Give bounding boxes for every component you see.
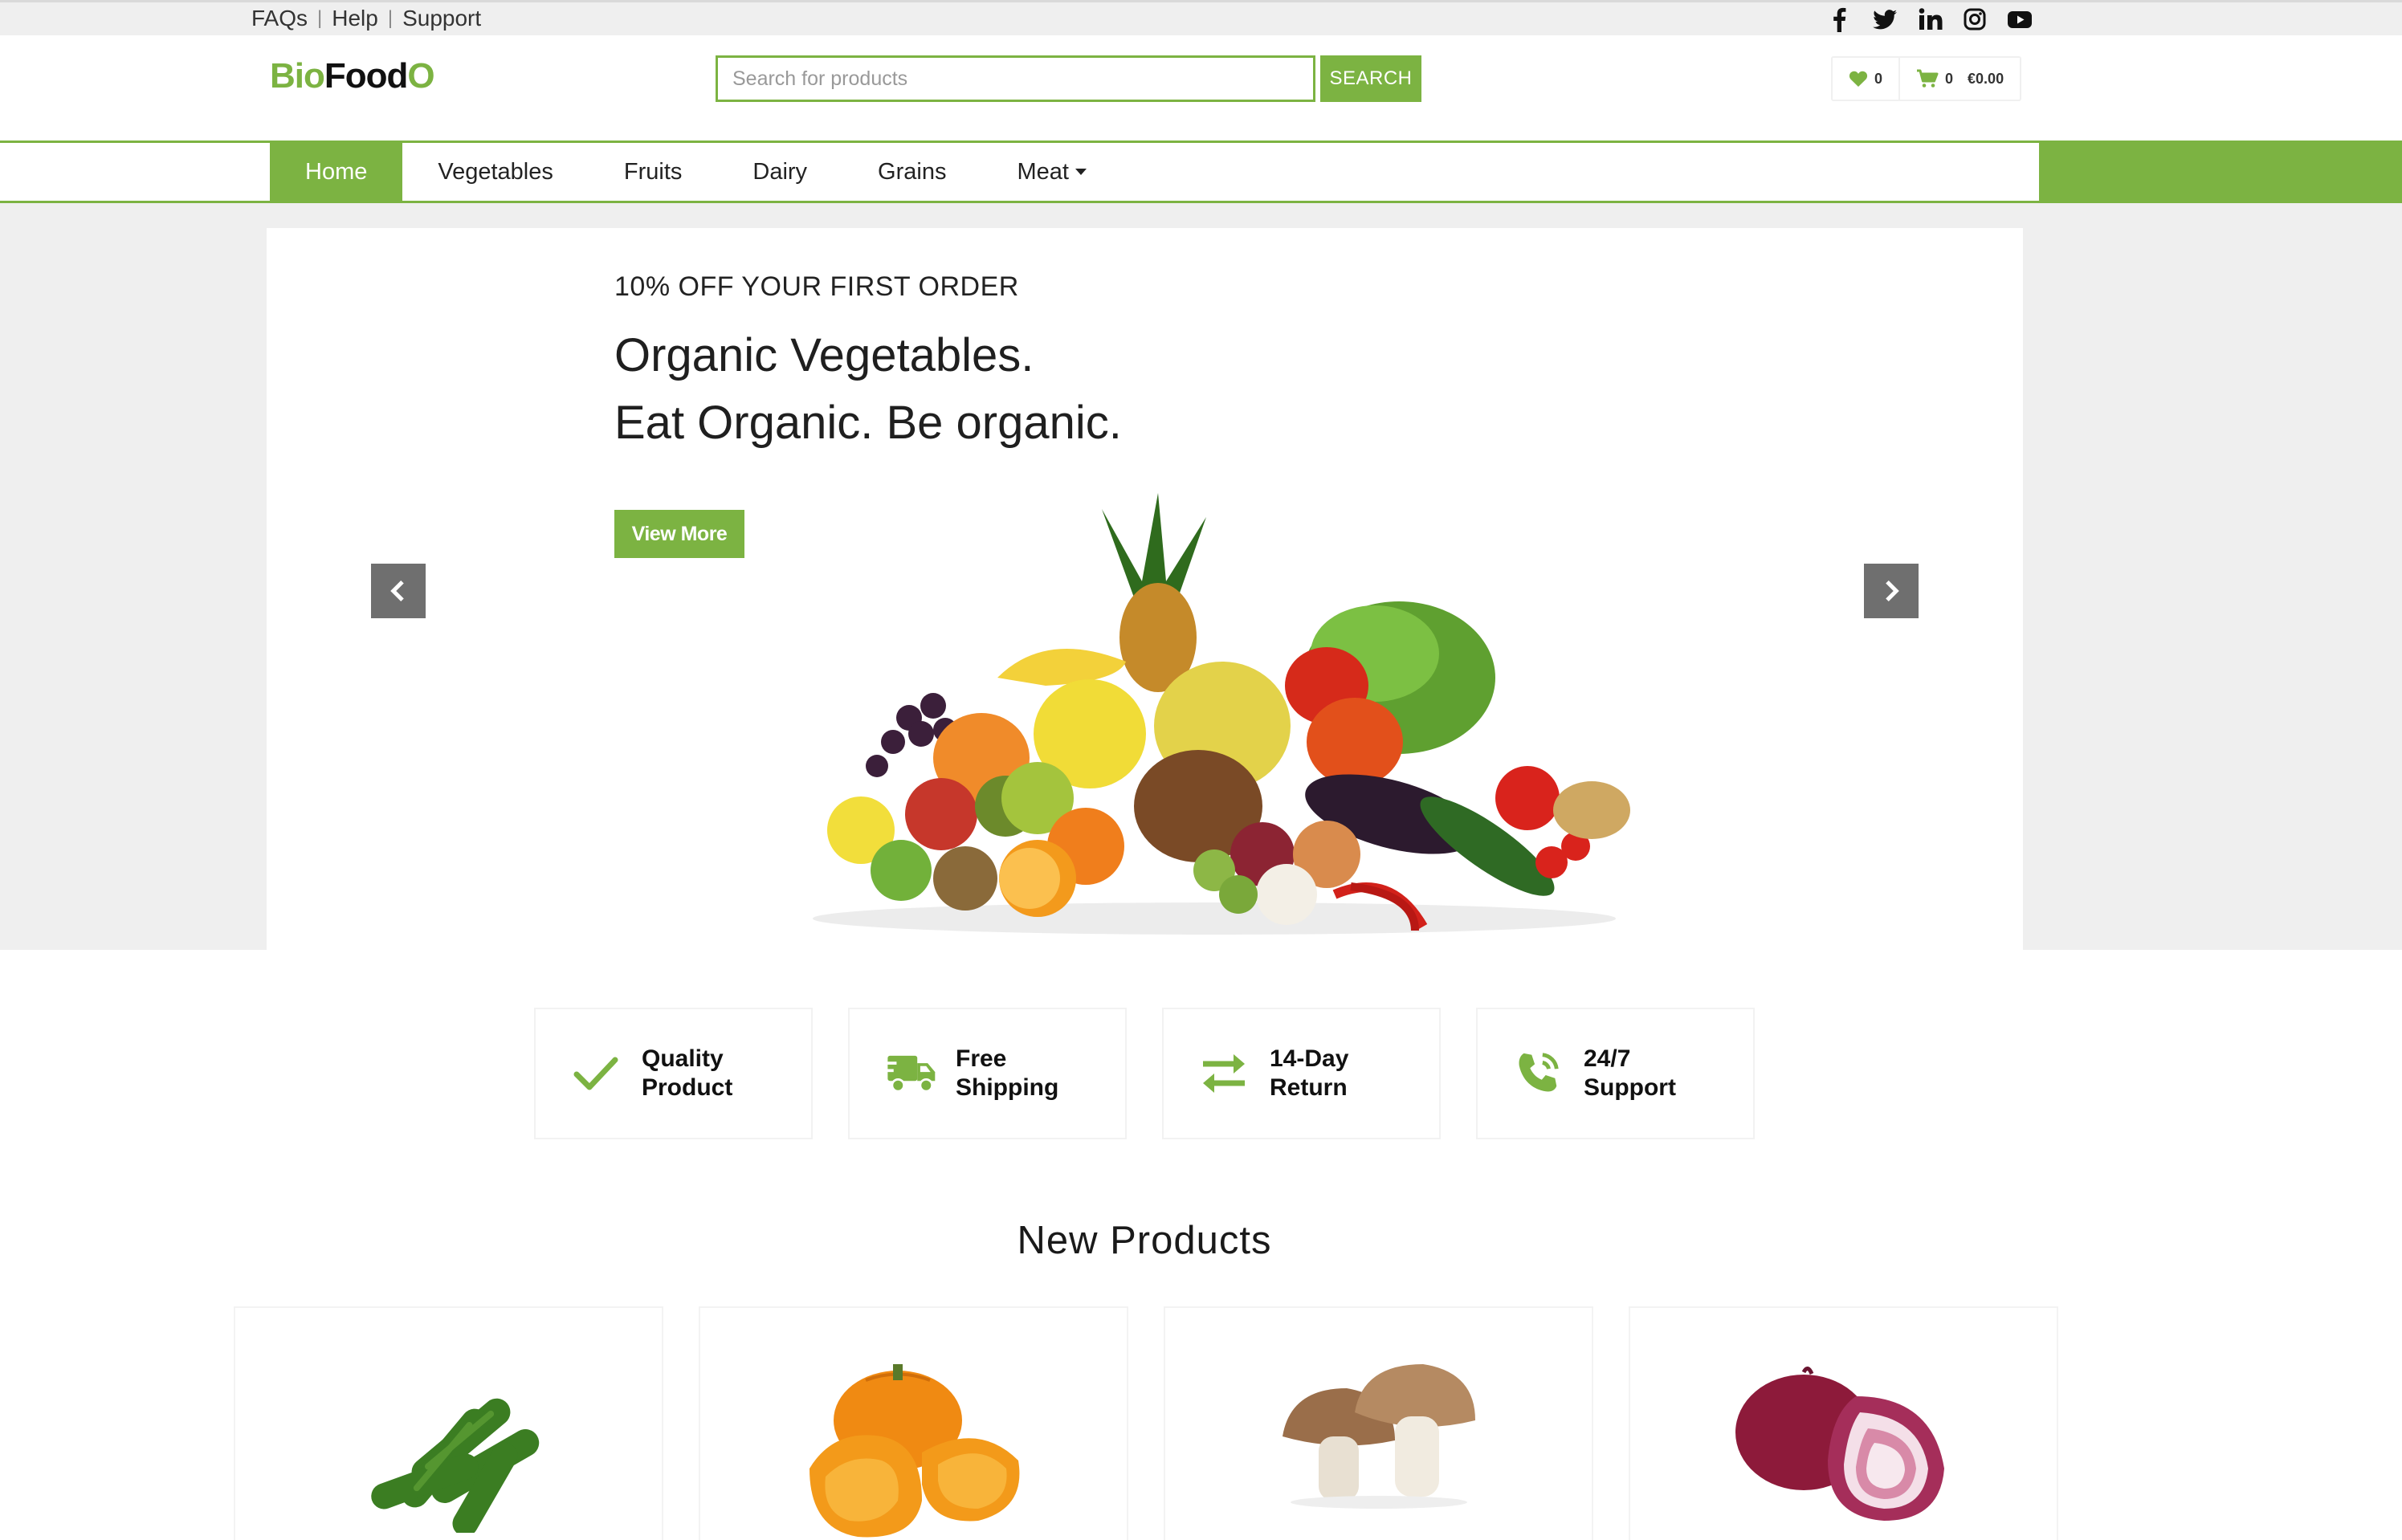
feature-line2: Support [1584, 1074, 1676, 1101]
logo-text-o: O [407, 56, 434, 96]
view-more-button[interactable]: View More [614, 510, 744, 558]
feature-shipping-text: Free Shipping [956, 1045, 1058, 1102]
nav-item-vegetables[interactable]: Vegetables [402, 141, 589, 203]
cart-button[interactable]: 0 €0.00 [1898, 58, 2020, 100]
hero-headline-line2: Eat Organic. Be organic. [614, 397, 1122, 449]
instagram-icon[interactable] [1962, 6, 1988, 32]
social-links [1827, 6, 2033, 32]
facebook-icon[interactable] [1827, 6, 1853, 32]
feature-shipping: Free Shipping [848, 1008, 1127, 1139]
phone-icon [1510, 1051, 1566, 1096]
slider-prev-button[interactable] [371, 564, 426, 618]
onion-image [1735, 1367, 1944, 1521]
feature-line1: Free [956, 1045, 1007, 1072]
chevron-left-icon [390, 580, 404, 602]
heart-icon [1849, 71, 1868, 87]
nav-item-home[interactable]: Home [270, 141, 403, 203]
nav-item-dairy[interactable]: Dairy [717, 141, 842, 203]
nav-item-meat-label: Meat [1017, 158, 1069, 185]
feature-line2: Shipping [956, 1074, 1059, 1101]
feature-quality-text: Quality Product [642, 1045, 732, 1102]
support-link[interactable]: Support [402, 6, 481, 31]
search-button[interactable]: SEARCH [1320, 55, 1421, 102]
help-link[interactable]: Help [332, 6, 378, 31]
features-row: Quality Product Free Shipping 14-Day Ret… [534, 1008, 1755, 1139]
mushroom-image [1282, 1364, 1475, 1509]
nav-accent-fill [2039, 141, 2402, 203]
hero-slide: 10% OFF YOUR FIRST ORDER Organic Vegetab… [267, 228, 2023, 950]
check-icon [568, 1051, 624, 1096]
cart-count: 0 [1945, 70, 1954, 87]
header: BioFoodO SEARCH 0 0 €0.00 [0, 35, 2402, 141]
feature-line2: Product [642, 1074, 733, 1101]
feature-quality: Quality Product [534, 1008, 813, 1139]
product-card[interactable] [1629, 1306, 2058, 1540]
top-links: FAQs | Help | Support [251, 6, 481, 31]
nav-item-grains[interactable]: Grains [842, 141, 981, 203]
hero-section: 10% OFF YOUR FIRST ORDER Organic Vegetab… [0, 203, 2402, 950]
chevron-right-icon [1886, 580, 1899, 602]
feature-return-text: 14-Day Return [1270, 1045, 1348, 1102]
divider: | [317, 7, 323, 29]
product-card[interactable] [699, 1306, 1128, 1540]
search-bar: SEARCH [716, 55, 1421, 102]
cucumber-image [370, 1398, 539, 1533]
nav-items: Home Vegetables Fruits Dairy Grains Meat [270, 141, 1122, 203]
exchange-arrows-icon [1196, 1051, 1252, 1096]
fruits-vegetables-image [813, 493, 1630, 935]
truck-icon [882, 1051, 938, 1096]
twitter-icon[interactable] [1872, 6, 1898, 32]
feature-return: 14-Day Return [1162, 1008, 1441, 1139]
new-products-title: New Products [1017, 1219, 1272, 1262]
caret-down-icon [1075, 169, 1087, 175]
youtube-icon[interactable] [2007, 6, 2033, 32]
feature-support-text: 24/7 Support [1584, 1045, 1676, 1102]
logo-text-food: Food [324, 56, 409, 96]
hero-headline-line1: Organic Vegetables. [614, 329, 1034, 381]
hero-promo: 10% OFF YOUR FIRST ORDER [614, 271, 1019, 302]
top-bar: FAQs | Help | Support [0, 0, 2402, 35]
main-nav: Home Vegetables Fruits Dairy Grains Meat [0, 141, 2402, 203]
search-input[interactable] [716, 55, 1315, 102]
cart-icon [1917, 69, 1939, 88]
faqs-link[interactable]: FAQs [251, 6, 308, 31]
wishlist-button[interactable]: 0 [1833, 58, 1898, 100]
nav-item-fruits[interactable]: Fruits [589, 141, 718, 203]
product-grid [234, 1306, 2058, 1540]
feature-line1: Quality [642, 1045, 724, 1072]
wishlist-count: 0 [1874, 70, 1883, 87]
feature-line2: Return [1270, 1074, 1348, 1101]
cart-total: €0.00 [1968, 70, 2004, 87]
nav-item-meat[interactable]: Meat [981, 141, 1121, 203]
logo[interactable]: BioFoodO [270, 56, 435, 96]
slider-next-button[interactable] [1864, 564, 1919, 618]
feature-line1: 24/7 [1584, 1045, 1631, 1072]
logo-text-bio: Bio [270, 56, 325, 96]
feature-support: 24/7 Support [1476, 1008, 1755, 1139]
cart-summary: 0 0 €0.00 [1831, 56, 2022, 101]
linkedin-icon[interactable] [1917, 6, 1943, 32]
pumpkin-image [809, 1364, 1019, 1538]
feature-line1: 14-Day [1270, 1045, 1349, 1072]
divider: | [387, 7, 394, 29]
product-card[interactable] [1164, 1306, 1593, 1540]
product-card[interactable] [234, 1306, 663, 1540]
